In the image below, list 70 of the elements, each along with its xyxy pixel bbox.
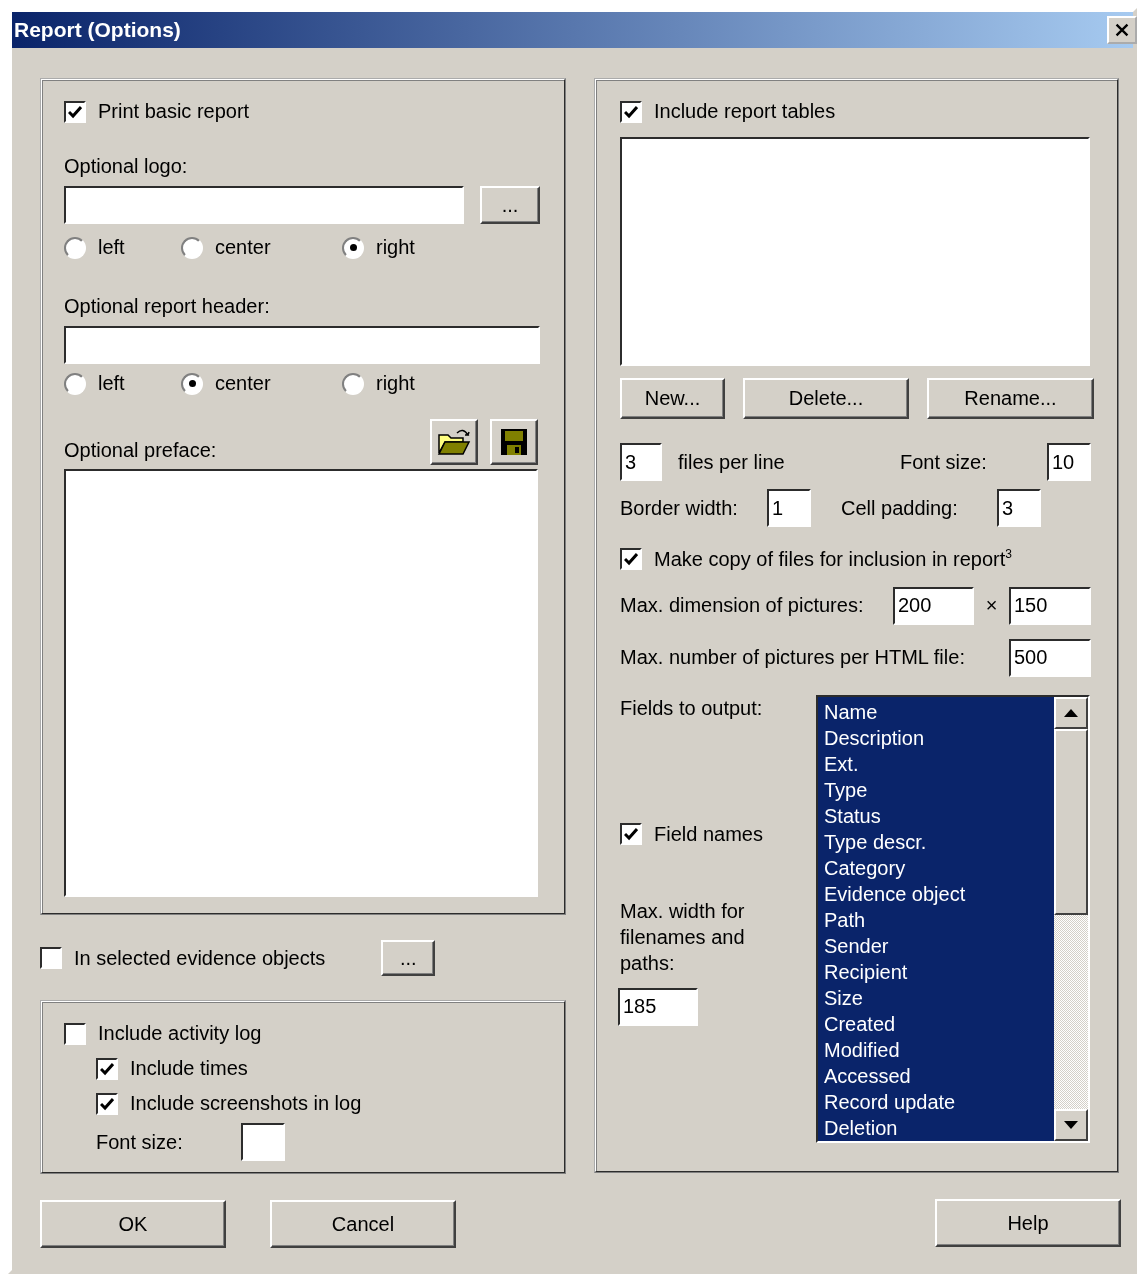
field-label: Optional preface: [64, 438, 217, 462]
radio-label: right [376, 236, 415, 259]
radio-label: left [98, 372, 125, 395]
input-field[interactable] [64, 326, 540, 364]
ok-button[interactable]: OK [40, 1200, 226, 1248]
radio-label: center [215, 236, 271, 259]
checkbox-label: Make copy of files for inclusion in report$^{3}$ [654, 547, 1012, 571]
radio-button[interactable] [181, 236, 203, 259]
input-field[interactable] [240, 1123, 285, 1161]
window-title: Report (Options) [14, 18, 181, 42]
checkbox[interactable] [64, 1022, 86, 1045]
table-action-button[interactable]: Delete... [743, 378, 909, 419]
field-label: Max. dimension of pictures: [620, 594, 865, 618]
field-label: Fields to output: [620, 696, 764, 720]
table-action-button[interactable]: New... [620, 378, 725, 419]
scrollbar[interactable] [1054, 696, 1088, 1141]
input-field[interactable]: 10 [1047, 443, 1091, 481]
field-label: Border width: [620, 496, 739, 520]
radio-button[interactable] [64, 372, 86, 395]
up-arrow-icon [1064, 708, 1078, 717]
field-label: Max. number of pictures per HTML file: [620, 646, 966, 670]
field-label: Max. width for filenames and paths: [620, 898, 746, 976]
radio-label: left [98, 236, 125, 259]
cancel-button[interactable]: Cancel [270, 1200, 456, 1248]
list-box[interactable]: Name Description Ext. Type Status Type descr. Category Evidence object Path Sender Recipient Size Created Modified Accessed Record update Deletion [816, 694, 1090, 1143]
down-arrow-icon [1064, 1120, 1078, 1129]
checkbox[interactable] [620, 547, 642, 570]
close-icon [1115, 22, 1129, 38]
input-field[interactable]: 200 [893, 586, 974, 625]
checkbox[interactable] [96, 1092, 118, 1115]
save-button[interactable] [490, 419, 538, 465]
checkbox-label: Print basic report [98, 100, 250, 123]
input-field[interactable]: 3 [620, 443, 662, 481]
radio-button[interactable] [342, 372, 364, 395]
radio-button[interactable] [64, 236, 86, 259]
checkbox-label: Include activity log [98, 1022, 262, 1045]
input-field[interactable]: 150 [1009, 586, 1091, 625]
open-button[interactable] [430, 419, 478, 465]
checkbox-label: Include times [130, 1057, 248, 1080]
field-label: Font size: [96, 1130, 183, 1154]
browse-button[interactable]: ... [480, 186, 540, 224]
checkbox-label: Include report tables [654, 100, 836, 123]
checkbox[interactable] [620, 823, 642, 846]
table-action-button[interactable]: Rename... [927, 378, 1094, 419]
field-label: Font size: [900, 450, 988, 474]
field-label: Optional logo: [64, 155, 188, 177]
checkbox[interactable] [96, 1057, 118, 1080]
input-field[interactable]: 1 [767, 489, 811, 527]
checkbox-label: In selected evidence objects [74, 946, 326, 970]
checkbox[interactable] [620, 100, 642, 123]
checkbox-label: Field names [654, 822, 763, 846]
field-label: Cell padding: [841, 496, 959, 520]
help-button[interactable]: Help [935, 1199, 1121, 1247]
input-field[interactable]: 3 [997, 489, 1041, 527]
field-label: Optional report header: [64, 295, 270, 317]
radio-button[interactable] [181, 372, 203, 395]
checkbox-label: Include screenshots in log [130, 1092, 362, 1115]
times-sign: × [984, 594, 999, 618]
radio-label: right [376, 372, 415, 395]
checkbox[interactable] [40, 947, 62, 969]
input-field[interactable]: 185 [618, 987, 698, 1026]
radio-button[interactable] [342, 236, 364, 259]
browse-button[interactable]: ... [381, 940, 436, 976]
checkbox[interactable] [64, 100, 86, 123]
field-label: files per line [678, 450, 786, 474]
input-field[interactable]: 500 [1009, 638, 1091, 677]
input-field[interactable] [64, 186, 464, 224]
radio-label: center [215, 372, 271, 395]
folder-icon [437, 427, 471, 457]
close-button[interactable] [1107, 16, 1137, 44]
